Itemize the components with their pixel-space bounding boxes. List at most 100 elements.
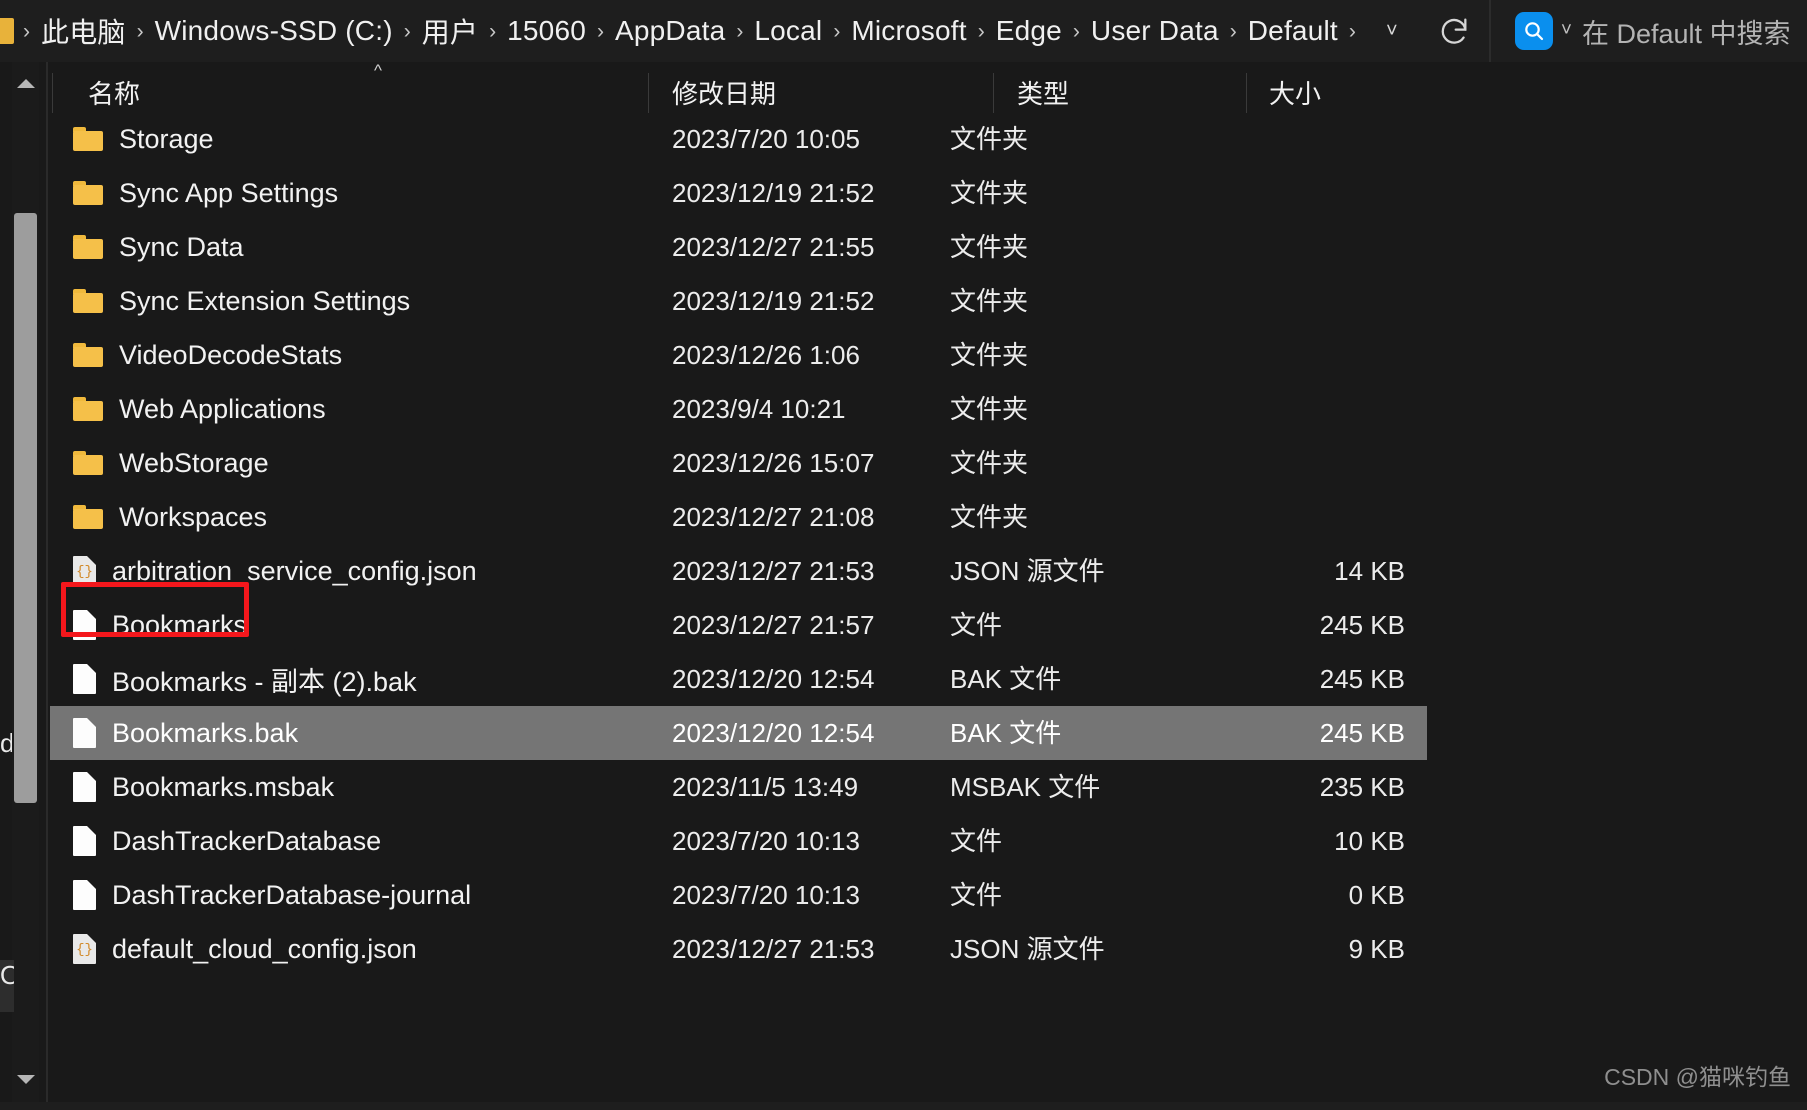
table-row[interactable]: WebStorage 2023/12/26 15:07 文件夹	[50, 436, 1450, 490]
breadcrumb-item[interactable]: 用户	[420, 9, 480, 53]
file-name-cell[interactable]: Sync App Settings	[73, 166, 338, 220]
breadcrumb-item[interactable]: User Data	[1089, 13, 1221, 49]
file-size-cell	[1200, 436, 1405, 490]
chevron-down-icon[interactable]: ˅	[1365, 0, 1419, 62]
breadcrumb-item[interactable]: AppData	[613, 13, 727, 49]
navigation-pane-fragment: d	[0, 728, 12, 758]
breadcrumb[interactable]: › 此电脑 › Windows-SSD (C:) › 用户 › 15060 › AppData › L…	[0, 0, 1489, 62]
breadcrumb-separator: ›	[833, 19, 841, 43]
file-icon	[73, 772, 96, 802]
file-type-cell: MSBAK 文件	[950, 772, 1101, 802]
file-name-label: Web Applications	[119, 393, 326, 424]
breadcrumb-item[interactable]: 此电脑	[39, 9, 128, 53]
folder-icon	[73, 127, 103, 151]
file-name-cell[interactable]: Storage	[73, 112, 214, 166]
file-type-cell: 文件夹	[950, 286, 1029, 316]
file-name-cell[interactable]: DashTrackerDatabase	[73, 814, 381, 868]
table-row[interactable]: Web Applications 2023/9/4 10:21 文件夹	[50, 382, 1450, 436]
search-input[interactable]: 在 Default 中搜索	[1582, 12, 1791, 51]
file-date-cell: 2023/12/27 21:08	[672, 502, 875, 532]
table-row[interactable]: {} arbitration_service_config.json 2023/12…	[50, 544, 1450, 598]
table-row[interactable]: Storage 2023/7/20 10:05 文件夹	[50, 112, 1450, 166]
file-name-label: Sync Data	[119, 231, 244, 262]
file-size-cell: 245 KB	[1319, 610, 1405, 640]
file-date-cell: 2023/12/19 21:52	[672, 286, 875, 316]
scrollbar-thumb[interactable]	[14, 213, 37, 803]
column-separator	[1246, 73, 1247, 113]
table-row[interactable]: Sync Data 2023/12/27 21:55 文件夹	[50, 220, 1450, 274]
search-icon[interactable]	[1514, 12, 1553, 50]
file-date-cell: 2023/11/5 13:49	[672, 772, 859, 802]
folder-icon	[73, 343, 103, 367]
table-row[interactable]: Sync Extension Settings 2023/12/19 21:52 文…	[50, 274, 1450, 328]
breadcrumb-separator: ›	[1072, 19, 1080, 43]
breadcrumb-item[interactable]: Windows-SSD (C:)	[153, 13, 395, 49]
table-row[interactable]: Bookmarks.msbak 2023/11/5 13:49 MSBAK 文件 23…	[50, 760, 1450, 814]
file-name-cell[interactable]: DashTrackerDatabase-journal	[73, 868, 471, 922]
file-size-cell	[1200, 328, 1405, 382]
file-name-label: Bookmarks.bak	[112, 717, 299, 748]
folder-icon	[73, 505, 103, 529]
file-type-cell: 文件夹	[950, 124, 1029, 154]
file-name-cell[interactable]: Bookmarks.bak	[73, 706, 298, 760]
file-name-cell[interactable]: Bookmarks	[73, 598, 247, 652]
file-name-label: VideoDecodeStats	[119, 339, 343, 370]
table-row[interactable]: Bookmarks 2023/12/27 21:57 文件 245 KB	[50, 598, 1450, 652]
column-header-date[interactable]: 修改日期	[672, 74, 776, 112]
file-size-cell	[1200, 166, 1405, 220]
table-row[interactable]: {} default_cloud_config.json 2023/12/27 21…	[50, 922, 1450, 976]
breadcrumb-item[interactable]: Microsoft	[849, 13, 968, 49]
file-name-cell[interactable]: Sync Extension Settings	[73, 274, 410, 328]
file-type-cell: 文件夹	[950, 232, 1029, 262]
breadcrumb-separator: ›	[23, 19, 30, 43]
file-type-cell: 文件夹	[950, 448, 1029, 478]
file-name-cell[interactable]: {} arbitration_service_config.json	[73, 544, 477, 598]
file-date-cell: 2023/12/20 12:54	[672, 718, 875, 748]
file-type-cell: 文件	[950, 610, 1003, 640]
scroll-down-arrow-icon[interactable]	[12, 1062, 39, 1096]
file-name-label: Bookmarks.msbak	[112, 771, 335, 802]
breadcrumb-item[interactable]: 15060	[505, 13, 588, 49]
table-row[interactable]: DashTrackerDatabase 2023/7/20 10:13 文件 10 K…	[50, 814, 1450, 868]
file-name-cell[interactable]: Sync Data	[73, 220, 244, 274]
file-name-cell[interactable]: WebStorage	[73, 436, 269, 490]
file-name-label: Sync Extension Settings	[119, 285, 411, 316]
table-row[interactable]: Bookmarks.bak 2023/12/20 12:54 BAK 文件 245 K…	[50, 706, 1427, 760]
table-row[interactable]: Bookmarks - 副本 (2).bak 2023/12/20 12:54 BA…	[50, 652, 1450, 706]
file-type-cell: BAK 文件	[950, 718, 1062, 748]
file-icon	[73, 718, 96, 748]
file-name-cell[interactable]: {} default_cloud_config.json	[73, 922, 417, 976]
refresh-icon[interactable]	[1419, 0, 1489, 62]
file-name-label: Storage	[119, 123, 214, 154]
file-name-label: Bookmarks - 副本 (2).bak	[112, 666, 417, 697]
file-size-cell: 0 KB	[1348, 880, 1405, 910]
table-row[interactable]: DashTrackerDatabase-journal 2023/7/20 10:…	[50, 868, 1450, 922]
chevron-down-icon[interactable]: ˅	[1553, 20, 1582, 42]
search-box[interactable]: ˅ 在 Default 中搜索	[1490, 0, 1807, 62]
table-row[interactable]: VideoDecodeStats 2023/12/26 1:06 文件夹	[50, 328, 1450, 382]
file-date-cell: 2023/12/26 1:06	[672, 340, 860, 370]
breadcrumb-item[interactable]: Default	[1246, 13, 1340, 49]
file-size-cell	[1200, 490, 1405, 544]
table-row[interactable]: Sync App Settings 2023/12/19 21:52 文件夹	[50, 166, 1450, 220]
table-row[interactable]: Workspaces 2023/12/27 21:08 文件夹	[50, 490, 1450, 544]
file-name-cell[interactable]: VideoDecodeStats	[73, 328, 342, 382]
file-name-cell[interactable]: Bookmarks - 副本 (2).bak	[73, 652, 417, 706]
column-header-name[interactable]: 名称	[88, 74, 140, 112]
file-name-cell[interactable]: Workspaces	[73, 490, 267, 544]
this-pc-icon[interactable]	[0, 18, 14, 44]
column-header-size[interactable]: 大小	[1269, 74, 1321, 112]
breadcrumb-item[interactable]: Edge	[994, 13, 1064, 49]
file-type-cell: 文件	[950, 826, 1003, 856]
column-header-row	[0, 62, 1807, 112]
column-header-type[interactable]: 类型	[1017, 74, 1069, 112]
file-date-cell: 2023/12/27 21:57	[672, 610, 875, 640]
file-date-cell: 2023/12/27 21:55	[672, 232, 875, 262]
file-name-cell[interactable]: Web Applications	[73, 382, 326, 436]
file-size-cell	[1200, 112, 1405, 166]
file-date-cell: 2023/7/20 10:05	[672, 124, 860, 154]
breadcrumb-item[interactable]: Local	[752, 13, 824, 49]
file-name-cell[interactable]: Bookmarks.msbak	[73, 760, 334, 814]
scroll-up-arrow-icon[interactable]	[12, 66, 39, 100]
folder-icon	[73, 397, 103, 421]
